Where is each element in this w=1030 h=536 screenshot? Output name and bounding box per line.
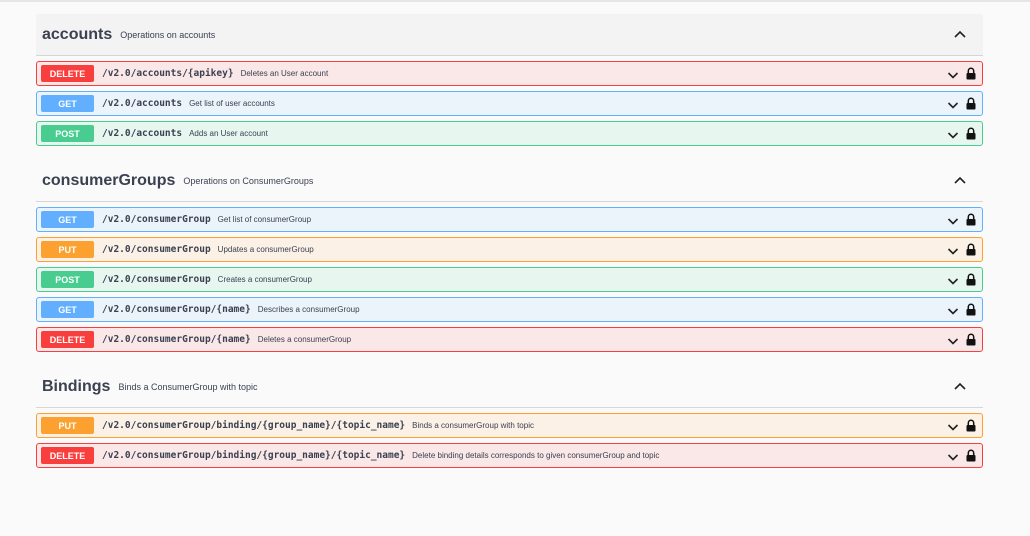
operation-path: /v2.0/accounts: [102, 128, 183, 139]
operation-row[interactable]: DELETE /v2.0/consumerGroup/binding/{grou…: [36, 443, 983, 468]
operation-path: /v2.0/consumerGroup/binding/{group_name}…: [102, 450, 406, 461]
tag-description: Operations on accounts: [120, 29, 216, 40]
method-badge: POST: [41, 271, 94, 288]
tag-header-2[interactable]: Bindings Binds a ConsumerGroup with topi…: [36, 366, 983, 408]
operation-row[interactable]: POST /v2.0/accounts Adds an User account: [36, 121, 983, 146]
operations-list: accounts Operations on accounts DELETE /…: [36, 14, 983, 468]
chevron-down-icon[interactable]: [947, 274, 959, 286]
lock-icon[interactable]: [966, 449, 976, 462]
operation-row[interactable]: DELETE /v2.0/accounts/{apikey} Deletes a…: [36, 61, 983, 86]
lock-icon[interactable]: [966, 97, 976, 110]
chevron-down-icon[interactable]: [947, 420, 959, 432]
operation-summary: Deletes an User account: [240, 69, 329, 78]
method-badge: DELETE: [41, 65, 94, 82]
operation-row[interactable]: GET /v2.0/accounts Get list of user acco…: [36, 91, 983, 116]
chevron-down-icon[interactable]: [947, 304, 959, 316]
lock-icon[interactable]: [966, 303, 976, 316]
chevron-down-icon[interactable]: [947, 68, 959, 80]
operation-path: /v2.0/consumerGroup: [102, 274, 211, 285]
chevron-down-icon[interactable]: [947, 214, 959, 226]
operation-path: /v2.0/accounts: [102, 98, 183, 109]
operation-path: /v2.0/consumerGroup: [102, 244, 211, 255]
chevron-down-icon[interactable]: [947, 334, 959, 346]
operation-path: /v2.0/accounts/{apikey}: [102, 68, 234, 79]
chevron-up-icon[interactable]: [953, 379, 967, 393]
operation-path: /v2.0/consumerGroup: [102, 214, 211, 225]
operation-summary: Binds a consumerGroup with topic: [412, 421, 534, 430]
tag-description: Operations on ConsumerGroups: [183, 175, 314, 186]
tag-name: accounts: [42, 25, 113, 43]
operation-path: /v2.0/consumerGroup/{name}: [102, 334, 251, 345]
chevron-up-icon[interactable]: [953, 173, 967, 187]
method-badge: GET: [41, 301, 94, 318]
tag-header-1[interactable]: consumerGroups Operations on ConsumerGro…: [36, 160, 983, 202]
operation-summary: Get list of user accounts: [189, 99, 275, 108]
operation-row[interactable]: PUT /v2.0/consumerGroup Updates a consum…: [36, 237, 983, 262]
operation-row[interactable]: GET /v2.0/consumerGroup/{name} Describes…: [36, 297, 983, 322]
tag-name: Bindings: [42, 377, 111, 395]
lock-icon[interactable]: [966, 67, 976, 80]
top-divider: [0, 0, 1030, 2]
operation-path: /v2.0/consumerGroup/binding/{group_name}…: [102, 420, 406, 431]
operation-summary: Adds an User account: [189, 129, 268, 138]
chevron-down-icon[interactable]: [947, 244, 959, 256]
tag-description: Binds a ConsumerGroup with topic: [118, 381, 258, 392]
operation-row[interactable]: PUT /v2.0/consumerGroup/binding/{group_n…: [36, 413, 983, 438]
tag-name: consumerGroups: [42, 171, 176, 189]
operation-summary: Describes a consumerGroup: [257, 305, 360, 314]
method-badge: GET: [41, 95, 94, 112]
operation-summary: Deletes a consumerGroup: [257, 335, 352, 344]
operation-row[interactable]: DELETE /v2.0/consumerGroup/{name} Delete…: [36, 327, 983, 352]
operation-row[interactable]: GET /v2.0/consumerGroup Get list of cons…: [36, 207, 983, 232]
method-badge: GET: [41, 211, 94, 228]
method-badge: DELETE: [41, 447, 94, 464]
operation-summary: Creates a consumerGroup: [217, 275, 312, 284]
tag-header-0[interactable]: accounts Operations on accounts: [36, 14, 983, 56]
operation-summary: Updates a consumerGroup: [217, 245, 314, 254]
chevron-down-icon[interactable]: [947, 450, 959, 462]
lock-icon[interactable]: [966, 213, 976, 226]
method-badge: PUT: [41, 417, 94, 434]
lock-icon[interactable]: [966, 333, 976, 346]
operation-path: /v2.0/consumerGroup/{name}: [102, 304, 251, 315]
chevron-down-icon[interactable]: [947, 98, 959, 110]
operation-summary: Get list of consumerGroup: [217, 215, 312, 224]
chevron-up-icon[interactable]: [953, 27, 967, 41]
lock-icon[interactable]: [966, 127, 976, 140]
lock-icon[interactable]: [966, 243, 976, 256]
operation-summary: Delete binding details corresponds to gi…: [412, 451, 660, 460]
lock-icon[interactable]: [966, 273, 976, 286]
operation-row[interactable]: POST /v2.0/consumerGroup Creates a consu…: [36, 267, 983, 292]
method-badge: PUT: [41, 241, 94, 258]
method-badge: DELETE: [41, 331, 94, 348]
chevron-down-icon[interactable]: [947, 128, 959, 140]
lock-icon[interactable]: [966, 419, 976, 432]
method-badge: POST: [41, 125, 94, 142]
